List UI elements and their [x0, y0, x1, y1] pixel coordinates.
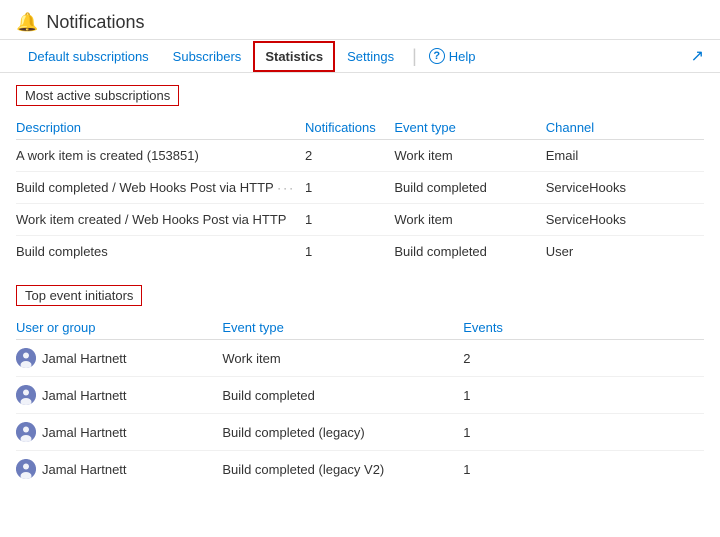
col-header-description: Description [16, 116, 305, 140]
cell-event-type: Work item [394, 204, 545, 236]
cell-events: 1 [463, 414, 601, 451]
active-subscriptions-section: Most active subscriptions Description No… [16, 85, 704, 267]
active-subscriptions-title: Most active subscriptions [25, 88, 170, 103]
cell-channel: ServiceHooks [546, 204, 704, 236]
col-header-empty [601, 316, 704, 340]
col-header-channel: Channel [546, 116, 704, 140]
cell-description: Build completed / Web Hooks Post via HTT… [16, 172, 305, 204]
cell-user: Jamal Hartnett [16, 414, 222, 451]
cell-event-type: Build completed (legacy V2) [222, 451, 463, 488]
cell-description: Work item created / Web Hooks Post via H… [16, 204, 305, 236]
cell-description: A work item is created (153851) [16, 140, 305, 172]
external-link-icon[interactable]: ↗ [691, 46, 704, 66]
col-header-events: Events [463, 316, 601, 340]
table-row: Jamal Hartnett Build completed 1 [16, 377, 704, 414]
cell-user: Jamal Hartnett [16, 377, 222, 414]
nav-tabs-bar: Default subscriptions Subscribers Statis… [0, 40, 720, 73]
help-icon: ? [429, 48, 445, 64]
col-header-event-type: Event type [394, 116, 545, 140]
tab-statistics[interactable]: Statistics [253, 41, 335, 72]
cell-event-type: Work item [394, 140, 545, 172]
event-initiators-title: Top event initiators [25, 288, 133, 303]
avatar [16, 348, 36, 368]
col-header-notifications: Notifications [305, 116, 394, 140]
content-area: Most active subscriptions Description No… [0, 73, 720, 517]
cell-events: 2 [463, 340, 601, 377]
cell-event-type: Build completed [394, 172, 545, 204]
nav-divider: | [412, 46, 417, 67]
active-subscriptions-table: Description Notifications Event type Cha… [16, 116, 704, 267]
avatar [16, 385, 36, 405]
table-row: Work item created / Web Hooks Post via H… [16, 204, 704, 236]
bell-icon: 🔔 [16, 12, 38, 33]
col-header-event-type2: Event type [222, 316, 463, 340]
user-name: Jamal Hartnett [42, 351, 127, 366]
table-row: Jamal Hartnett Build completed (legacy V… [16, 451, 704, 488]
cell-notifications: 1 [305, 204, 394, 236]
table-row: Jamal Hartnett Build completed (legacy) … [16, 414, 704, 451]
cell-empty [601, 451, 704, 488]
cell-empty [601, 414, 704, 451]
cell-description: Build completes [16, 236, 305, 268]
cell-event-type: Work item [222, 340, 463, 377]
cell-channel: ServiceHooks [546, 172, 704, 204]
cell-notifications: 1 [305, 172, 394, 204]
cell-events: 1 [463, 377, 601, 414]
tab-default-subscriptions[interactable]: Default subscriptions [16, 41, 161, 72]
cell-notifications: 1 [305, 236, 394, 268]
ellipsis-icon: ··· [277, 181, 295, 195]
cell-user: Jamal Hartnett [16, 340, 222, 377]
help-label: Help [449, 49, 476, 64]
event-initiators-table: User or group Event type Events Jamal Ha [16, 316, 704, 487]
cell-channel: Email [546, 140, 704, 172]
event-initiators-section: Top event initiators User or group Event… [16, 285, 704, 487]
cell-channel: User [546, 236, 704, 268]
cell-event-type: Build completed [222, 377, 463, 414]
table-row: Build completed / Web Hooks Post via HTT… [16, 172, 704, 204]
cell-empty [601, 340, 704, 377]
tab-settings[interactable]: Settings [335, 41, 406, 72]
cell-event-type: Build completed (legacy) [222, 414, 463, 451]
cell-events: 1 [463, 451, 601, 488]
tab-subscribers[interactable]: Subscribers [161, 41, 254, 72]
help-link[interactable]: ? Help [423, 40, 482, 72]
page-title: Notifications [46, 12, 144, 33]
col-header-user-or-group: User or group [16, 316, 222, 340]
table-row: Build completes 1 Build completed User [16, 236, 704, 268]
table-row: A work item is created (153851) 2 Work i… [16, 140, 704, 172]
page-header: 🔔 Notifications [0, 0, 720, 40]
event-initiators-title-box: Top event initiators [16, 285, 142, 306]
user-name: Jamal Hartnett [42, 425, 127, 440]
cell-notifications: 2 [305, 140, 394, 172]
user-name: Jamal Hartnett [42, 462, 127, 477]
avatar [16, 422, 36, 442]
avatar [16, 459, 36, 479]
user-name: Jamal Hartnett [42, 388, 127, 403]
cell-empty [601, 377, 704, 414]
active-subscriptions-title-box: Most active subscriptions [16, 85, 179, 106]
cell-user: Jamal Hartnett [16, 451, 222, 488]
table-row: Jamal Hartnett Work item 2 [16, 340, 704, 377]
cell-event-type: Build completed [394, 236, 545, 268]
